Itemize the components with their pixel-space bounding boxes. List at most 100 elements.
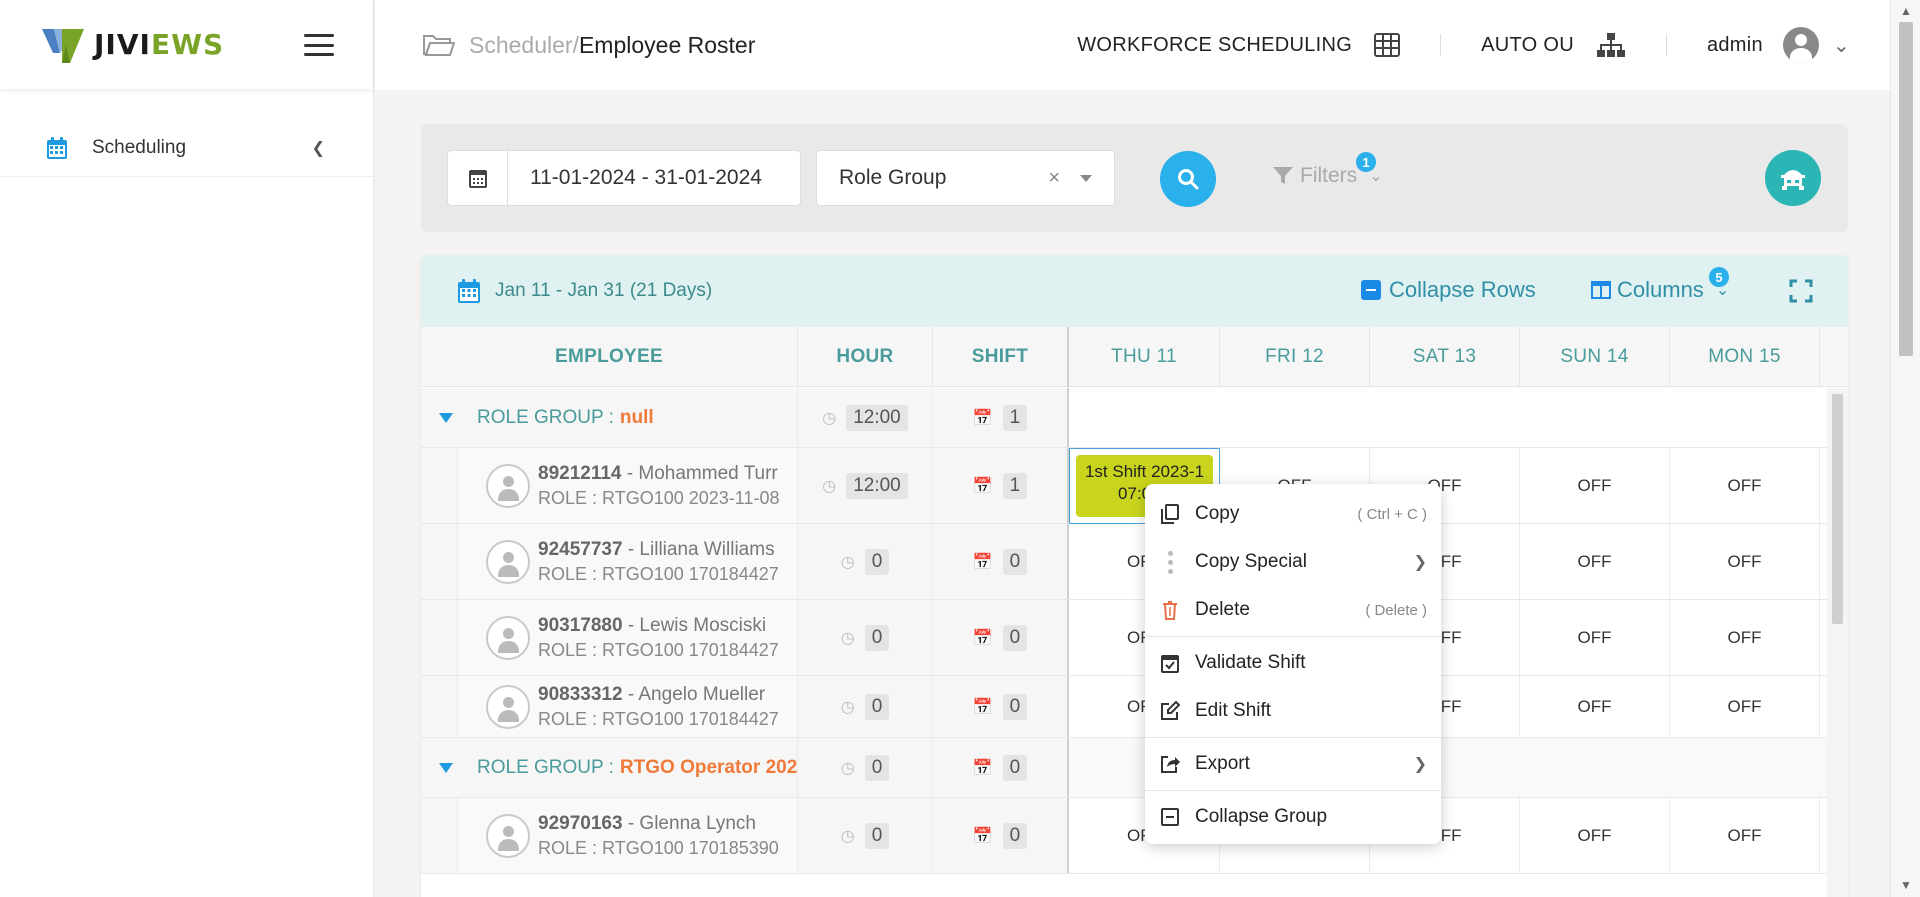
caret-down-icon[interactable] xyxy=(1080,175,1092,182)
day-cell[interactable]: OFF xyxy=(1520,448,1670,523)
breadcrumb-parent[interactable]: Scheduler/ xyxy=(469,32,579,59)
menu-item-copy-special[interactable]: Copy Special ❯ xyxy=(1145,538,1441,586)
menu-item-delete[interactable]: Delete ( Delete ) xyxy=(1145,586,1441,634)
menu-item-collapse-group[interactable]: Collapse Group xyxy=(1145,793,1441,841)
day-cell[interactable]: OFF xyxy=(1520,600,1670,675)
clear-icon[interactable]: × xyxy=(1048,167,1060,190)
employee-role: ROLE : RTGO100 170184427 xyxy=(538,639,779,660)
day-cell[interactable]: OFF xyxy=(1520,676,1670,737)
workforce-scheduling-label: WORKFORCE SCHEDULING xyxy=(1077,33,1353,56)
employee-id[interactable]: 89212114 xyxy=(538,463,622,484)
employee-id[interactable]: 92457737 xyxy=(538,539,623,560)
hour-value: 0 xyxy=(864,693,890,720)
org-unit-menu[interactable]: AUTO OU xyxy=(1481,32,1626,58)
divider xyxy=(1440,34,1442,56)
day-cell[interactable]: OFF xyxy=(1670,798,1820,873)
day-cell[interactable]: OFF xyxy=(1670,524,1820,599)
top-bar: Scheduler/ Employee Roster WORKFORCE SCH… xyxy=(375,0,1890,90)
hour-value: 12:00 xyxy=(846,404,908,431)
roster-card: Jan 11 - Jan 31 (21 Days) Collapse Rows … xyxy=(421,255,1848,897)
employee-name: - Mohammed Turr xyxy=(621,462,778,484)
day-cell[interactable]: OFF xyxy=(1670,676,1820,737)
expand-triangle-icon[interactable] xyxy=(439,412,453,423)
column-header-day[interactable]: SAT 13 xyxy=(1370,327,1520,387)
shift-count-cell: 📅 0 xyxy=(933,676,1069,737)
column-header-day[interactable]: THU 11 xyxy=(1069,327,1220,387)
menu-item-validate-shift[interactable]: Validate Shift xyxy=(1145,639,1441,687)
table-row[interactable]: 90833312 - Angelo Mueller ROLE : RTGO100 … xyxy=(421,676,1848,738)
day-cell[interactable]: OFF xyxy=(1670,600,1820,675)
calendar-icon[interactable] xyxy=(448,151,508,205)
table-row[interactable]: 92970163 - Glenna Lynch ROLE : RTGO100 17… xyxy=(421,798,1848,874)
day-cell[interactable]: OFF xyxy=(1520,524,1670,599)
scroll-up-icon[interactable]: ▲ xyxy=(1900,4,1912,18)
day-status: OFF xyxy=(1727,825,1762,845)
table-row[interactable]: 92457737 - Lilliana Williams ROLE : RTGO1… xyxy=(421,524,1848,600)
day-cell[interactable]: OFF xyxy=(1670,448,1820,523)
employee-id[interactable]: 90317880 xyxy=(538,615,623,636)
column-header-day[interactable]: FRI 12 xyxy=(1220,327,1370,387)
edit-icon xyxy=(1159,701,1181,721)
column-header-day[interactable]: MON 15 xyxy=(1670,327,1820,387)
group-row[interactable]: ROLE GROUP : null ◷ 12:00 📅 1 xyxy=(421,388,1848,448)
sidebar-item-label: Scheduling xyxy=(92,136,187,158)
calendar-icon xyxy=(458,279,480,303)
calendar-check-icon: 📅 xyxy=(972,553,993,571)
column-header-hour[interactable]: HOUR xyxy=(798,327,933,387)
workforce-scheduling-menu[interactable]: WORKFORCE SCHEDULING xyxy=(1077,33,1401,57)
filters-button[interactable]: Filters 1 ⌄ xyxy=(1272,152,1383,188)
calendar-icon xyxy=(47,136,67,159)
clock-icon: ◷ xyxy=(840,827,855,845)
employee-id[interactable]: 90833312 xyxy=(538,684,623,705)
scrollbar-thumb[interactable] xyxy=(1899,22,1913,356)
role-group-value: Role Group xyxy=(839,166,947,189)
filter-icon xyxy=(1273,167,1293,184)
menu-item-copy[interactable]: Copy ( Ctrl + C ) xyxy=(1145,490,1441,538)
clock-icon: ◷ xyxy=(840,698,855,716)
collapse-rows-button[interactable]: Collapse Rows xyxy=(1361,277,1536,303)
employee-cell[interactable]: 90317880 - Lewis Mosciski ROLE : RTGO100 … xyxy=(421,600,798,675)
columns-label: Columns xyxy=(1617,277,1704,302)
day-status: OFF xyxy=(1577,627,1612,647)
column-header-day[interactable]: SUN 14 xyxy=(1520,327,1670,387)
column-header-shift[interactable]: SHIFT xyxy=(933,327,1069,387)
hour-cell: ◷ 0 xyxy=(798,798,933,873)
column-header-employee[interactable]: EMPLOYEE xyxy=(421,327,798,387)
user-avatar-icon xyxy=(1782,27,1819,63)
table-row[interactable]: 90317880 - Lewis Mosciski ROLE : RTGO100 … xyxy=(421,600,1848,676)
date-range-picker[interactable]: 11-01-2024 - 31-01-2024 xyxy=(447,150,801,206)
fullscreen-icon[interactable] xyxy=(1789,279,1813,303)
group-row[interactable]: ROLE GROUP : RTGO Operator 2023- ◷ 0 📅 0 xyxy=(421,738,1848,798)
grid-scrollbar[interactable] xyxy=(1827,388,1848,897)
page-scrollbar[interactable]: ▲ ▼ xyxy=(1890,0,1920,897)
sidebar: JIVIEWS Scheduling ❮ xyxy=(0,0,374,897)
employee-role: ROLE : RTGO100 2023-11-08 xyxy=(538,487,780,508)
scrollbar-thumb[interactable] xyxy=(1832,394,1843,624)
employee-cell[interactable]: 89212114 - Mohammed Turr ROLE : RTGO100 2… xyxy=(421,448,798,523)
shortcut-hint: ( Ctrl + C ) xyxy=(1357,505,1427,523)
date-range-value[interactable]: 11-01-2024 - 31-01-2024 xyxy=(508,151,762,205)
calendar-check-icon: 📅 xyxy=(972,409,993,427)
clock-icon: ◷ xyxy=(822,409,837,427)
chevron-left-icon[interactable]: ❮ xyxy=(312,138,325,158)
employee-cell[interactable]: 92457737 - Lilliana Williams ROLE : RTGO1… xyxy=(421,524,798,599)
menu-item-edit-shift[interactable]: Edit Shift xyxy=(1145,687,1441,735)
user-menu[interactable]: admin ⌄ xyxy=(1707,27,1890,63)
employee-role: ROLE : RTGO100 170184427 xyxy=(538,708,779,729)
expand-triangle-icon[interactable] xyxy=(439,762,453,773)
role-group-select[interactable]: Role Group × xyxy=(816,150,1115,206)
search-button[interactable] xyxy=(1160,151,1216,207)
trash-icon xyxy=(1159,600,1181,620)
employee-cell[interactable]: 90833312 - Angelo Mueller ROLE : RTGO100 … xyxy=(421,676,798,737)
scroll-down-icon[interactable]: ▼ xyxy=(1900,878,1912,892)
employee-cell[interactable]: 92970163 - Glenna Lynch ROLE : RTGO100 17… xyxy=(421,798,798,873)
employee-id[interactable]: 92970163 xyxy=(538,813,623,834)
shift-count: 0 xyxy=(1002,624,1028,651)
sidebar-item-scheduling[interactable]: Scheduling ❮ xyxy=(0,119,373,177)
columns-button[interactable]: Columns 5 ⌄ xyxy=(1591,267,1729,303)
roster-tools-button[interactable] xyxy=(1765,150,1821,206)
menu-toggle-icon[interactable] xyxy=(304,34,334,56)
menu-item-export[interactable]: Export ❯ xyxy=(1145,740,1441,788)
day-cell[interactable]: OFF xyxy=(1520,798,1670,873)
shift-count: 0 xyxy=(1002,822,1028,849)
